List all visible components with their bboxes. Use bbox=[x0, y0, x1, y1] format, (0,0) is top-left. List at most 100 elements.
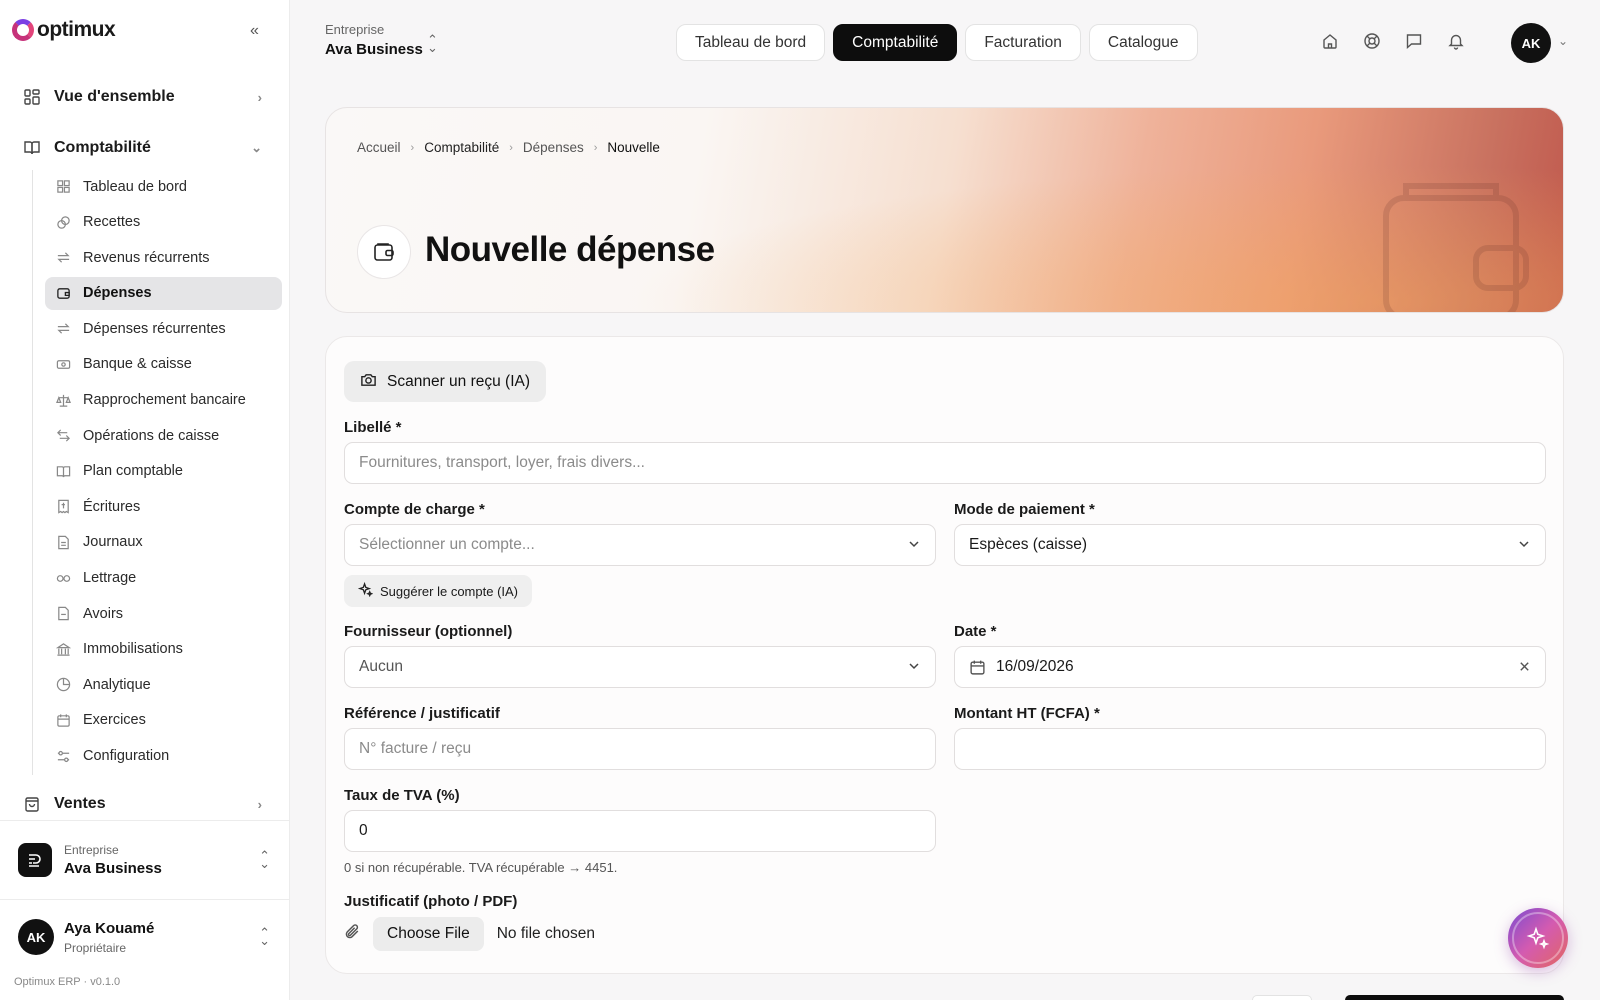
fournisseur-value: Aucun bbox=[359, 658, 403, 675]
breadcrumb: Accueil › Comptabilité › Dépenses › Nouv… bbox=[357, 140, 660, 155]
sidebar-item-label: Configuration bbox=[83, 748, 170, 764]
shopping-bag-icon bbox=[22, 794, 42, 814]
user-avatar-button[interactable]: AK bbox=[1511, 23, 1551, 63]
sidebar-item-recettes[interactable]: Recettes bbox=[45, 206, 282, 239]
sidebar-item-label: Recettes bbox=[83, 214, 141, 231]
tab-catalogue[interactable]: Catalogue bbox=[1088, 24, 1198, 61]
bell-icon[interactable] bbox=[1446, 31, 1466, 51]
sidebar-item-label: Rapprochement bancaire bbox=[83, 392, 246, 409]
repeat-icon bbox=[55, 250, 71, 266]
paperclip-icon bbox=[344, 923, 361, 945]
chevron-right-icon: › bbox=[257, 796, 262, 812]
sidebar-item-label: Écritures bbox=[83, 498, 141, 515]
mode-value: Espèces (caisse) bbox=[969, 536, 1088, 553]
tab-tableau-de-bord[interactable]: Tableau de bord bbox=[676, 24, 826, 61]
expense-form: Scanner un reçu (IA) Libellé * Fournitur… bbox=[325, 336, 1564, 974]
collapse-sidebar-icon[interactable]: « bbox=[250, 22, 259, 40]
clear-icon[interactable] bbox=[1518, 660, 1531, 678]
sliders-icon bbox=[55, 748, 71, 764]
libelle-input[interactable]: Fournitures, transport, loyer, frais div… bbox=[344, 442, 1546, 484]
calendar-icon bbox=[969, 659, 986, 676]
sidebar-item-tableau-de-bord[interactable]: Tableau de bord bbox=[45, 170, 282, 203]
compte-label: Compte de charge * bbox=[344, 501, 485, 518]
sidebar-item-label: Analytique bbox=[83, 676, 151, 693]
sidebar-item-depenses[interactable]: Dépenses bbox=[45, 276, 282, 310]
file-icon bbox=[55, 534, 71, 550]
compte-select[interactable]: Sélectionner un compte... bbox=[344, 524, 936, 566]
chevrons-updown-icon: ⌃ ⌄ bbox=[427, 32, 438, 55]
sidebar-item-banque-caisse[interactable]: Banque & caisse bbox=[45, 348, 282, 381]
reference-input[interactable]: N° facture / reçu bbox=[344, 728, 936, 770]
tva-input[interactable]: 0 bbox=[344, 810, 936, 852]
grid-icon bbox=[22, 87, 42, 107]
scan-receipt-button[interactable]: Scanner un reçu (IA) bbox=[344, 361, 547, 402]
fournisseur-select[interactable]: Aucun bbox=[344, 646, 936, 688]
user-menu[interactable]: AK Aya Kouamé Propriétaire ⌃ ⌄ bbox=[0, 900, 290, 974]
sidebar-item-label: Dépenses bbox=[83, 285, 152, 302]
sidebar-item-label: Banque & caisse bbox=[83, 356, 192, 373]
suggest-account-button[interactable]: Suggérer le compte (IA) bbox=[344, 575, 533, 607]
date-label: Date * bbox=[954, 623, 997, 640]
wallet-icon bbox=[55, 285, 71, 301]
fournisseur-label: Fournisseur (optionnel) bbox=[344, 623, 513, 640]
sidebar-item-lettrage[interactable]: Lettrage bbox=[45, 562, 282, 595]
montant-input[interactable] bbox=[954, 728, 1546, 770]
banknote-icon bbox=[55, 356, 71, 372]
sidebar-item-revenus-recurrents[interactable]: Revenus récurrents bbox=[45, 241, 282, 274]
chevron-right-icon: › bbox=[593, 141, 598, 154]
nav-accounting[interactable]: Comptabilité ⌄ bbox=[12, 128, 274, 168]
chevron-down-icon: ⌄ bbox=[251, 140, 262, 155]
user-name: Aya Kouamé bbox=[64, 919, 155, 937]
tab-comptabilite[interactable]: Comptabilité bbox=[833, 24, 958, 61]
breadcrumb-depenses[interactable]: Dépenses bbox=[523, 140, 584, 155]
breadcrumb-comptabilite[interactable]: Comptabilité bbox=[424, 140, 499, 155]
mode-select[interactable]: Espèces (caisse) bbox=[954, 524, 1546, 566]
message-icon[interactable] bbox=[1404, 31, 1424, 51]
sidebar-item-rapprochement-bancaire[interactable]: Rapprochement bancaire bbox=[45, 384, 282, 417]
date-input[interactable]: 16/09/2026 bbox=[954, 646, 1546, 688]
sidebar-item-label: Lettrage bbox=[83, 570, 137, 587]
sidebar-item-exercices[interactable]: Exercices bbox=[45, 704, 282, 737]
scan-receipt-label: Scanner un reçu (IA) bbox=[387, 372, 531, 390]
sidebar-item-operations-caisse[interactable]: Opérations de caisse bbox=[45, 419, 282, 452]
home-icon[interactable] bbox=[1320, 31, 1340, 51]
sidebar-item-immobilisations[interactable]: Immobilisations bbox=[45, 633, 282, 666]
sidebar-item-label: Avoirs bbox=[83, 605, 124, 622]
help-icon[interactable] bbox=[1362, 31, 1382, 51]
tab-facturation[interactable]: Facturation bbox=[965, 24, 1081, 61]
company-switcher[interactable]: Entreprise Ava Business ⌃ ⌄ bbox=[325, 22, 438, 58]
compte-placeholder: Sélectionner un compte... bbox=[359, 536, 535, 553]
sidebar-item-configuration[interactable]: Configuration bbox=[45, 740, 282, 773]
ai-assistant-button[interactable] bbox=[1508, 908, 1568, 968]
wallet-watermark-icon bbox=[1383, 183, 1529, 312]
scale-icon bbox=[55, 392, 71, 408]
nav-sales-label: Ventes bbox=[54, 795, 106, 812]
page-title: Nouvelle dépense bbox=[425, 230, 715, 269]
accounting-subnav: Tableau de bord Recettes Revenus récurre… bbox=[32, 170, 282, 776]
secondary-action-button[interactable] bbox=[1252, 995, 1312, 1000]
nav-overview-label: Vue d'ensemble bbox=[54, 88, 175, 105]
choose-file-button[interactable]: Choose File bbox=[373, 917, 484, 951]
user-role: Propriétaire bbox=[64, 940, 127, 955]
brand-logo[interactable]: optimux bbox=[12, 18, 116, 42]
brand-name: optimux bbox=[37, 18, 116, 41]
sidebar-item-analytique[interactable]: Analytique bbox=[45, 668, 282, 701]
reference-label: Référence / justificatif bbox=[344, 705, 500, 722]
sidebar-item-journaux[interactable]: Journaux bbox=[45, 526, 282, 559]
chevron-down-icon bbox=[907, 537, 921, 556]
sidebar-item-label: Dépenses récurrentes bbox=[83, 320, 226, 337]
breadcrumb-accueil[interactable]: Accueil bbox=[357, 140, 401, 155]
camera-icon bbox=[360, 371, 377, 393]
sidebar-item-plan-comptable[interactable]: Plan comptable bbox=[45, 455, 282, 488]
org-logo-icon bbox=[18, 843, 52, 877]
org-switcher[interactable]: Entreprise Ava Business ⌃ ⌄ bbox=[0, 820, 290, 900]
primary-action-button[interactable] bbox=[1345, 995, 1564, 1000]
sidebar-item-depenses-recurrentes[interactable]: Dépenses récurrentes bbox=[45, 312, 282, 345]
sidebar-item-ecritures[interactable]: Écritures bbox=[45, 490, 282, 523]
montant-label: Montant HT (FCFA) * bbox=[954, 705, 1100, 722]
chevron-down-icon[interactable]: ⌄ bbox=[1558, 34, 1568, 48]
chevron-down-icon bbox=[907, 659, 921, 678]
nav-sales[interactable]: Ventes › bbox=[12, 784, 274, 824]
nav-overview[interactable]: Vue d'ensemble › bbox=[12, 77, 274, 117]
sidebar-item-avoirs[interactable]: Avoirs bbox=[45, 597, 282, 630]
